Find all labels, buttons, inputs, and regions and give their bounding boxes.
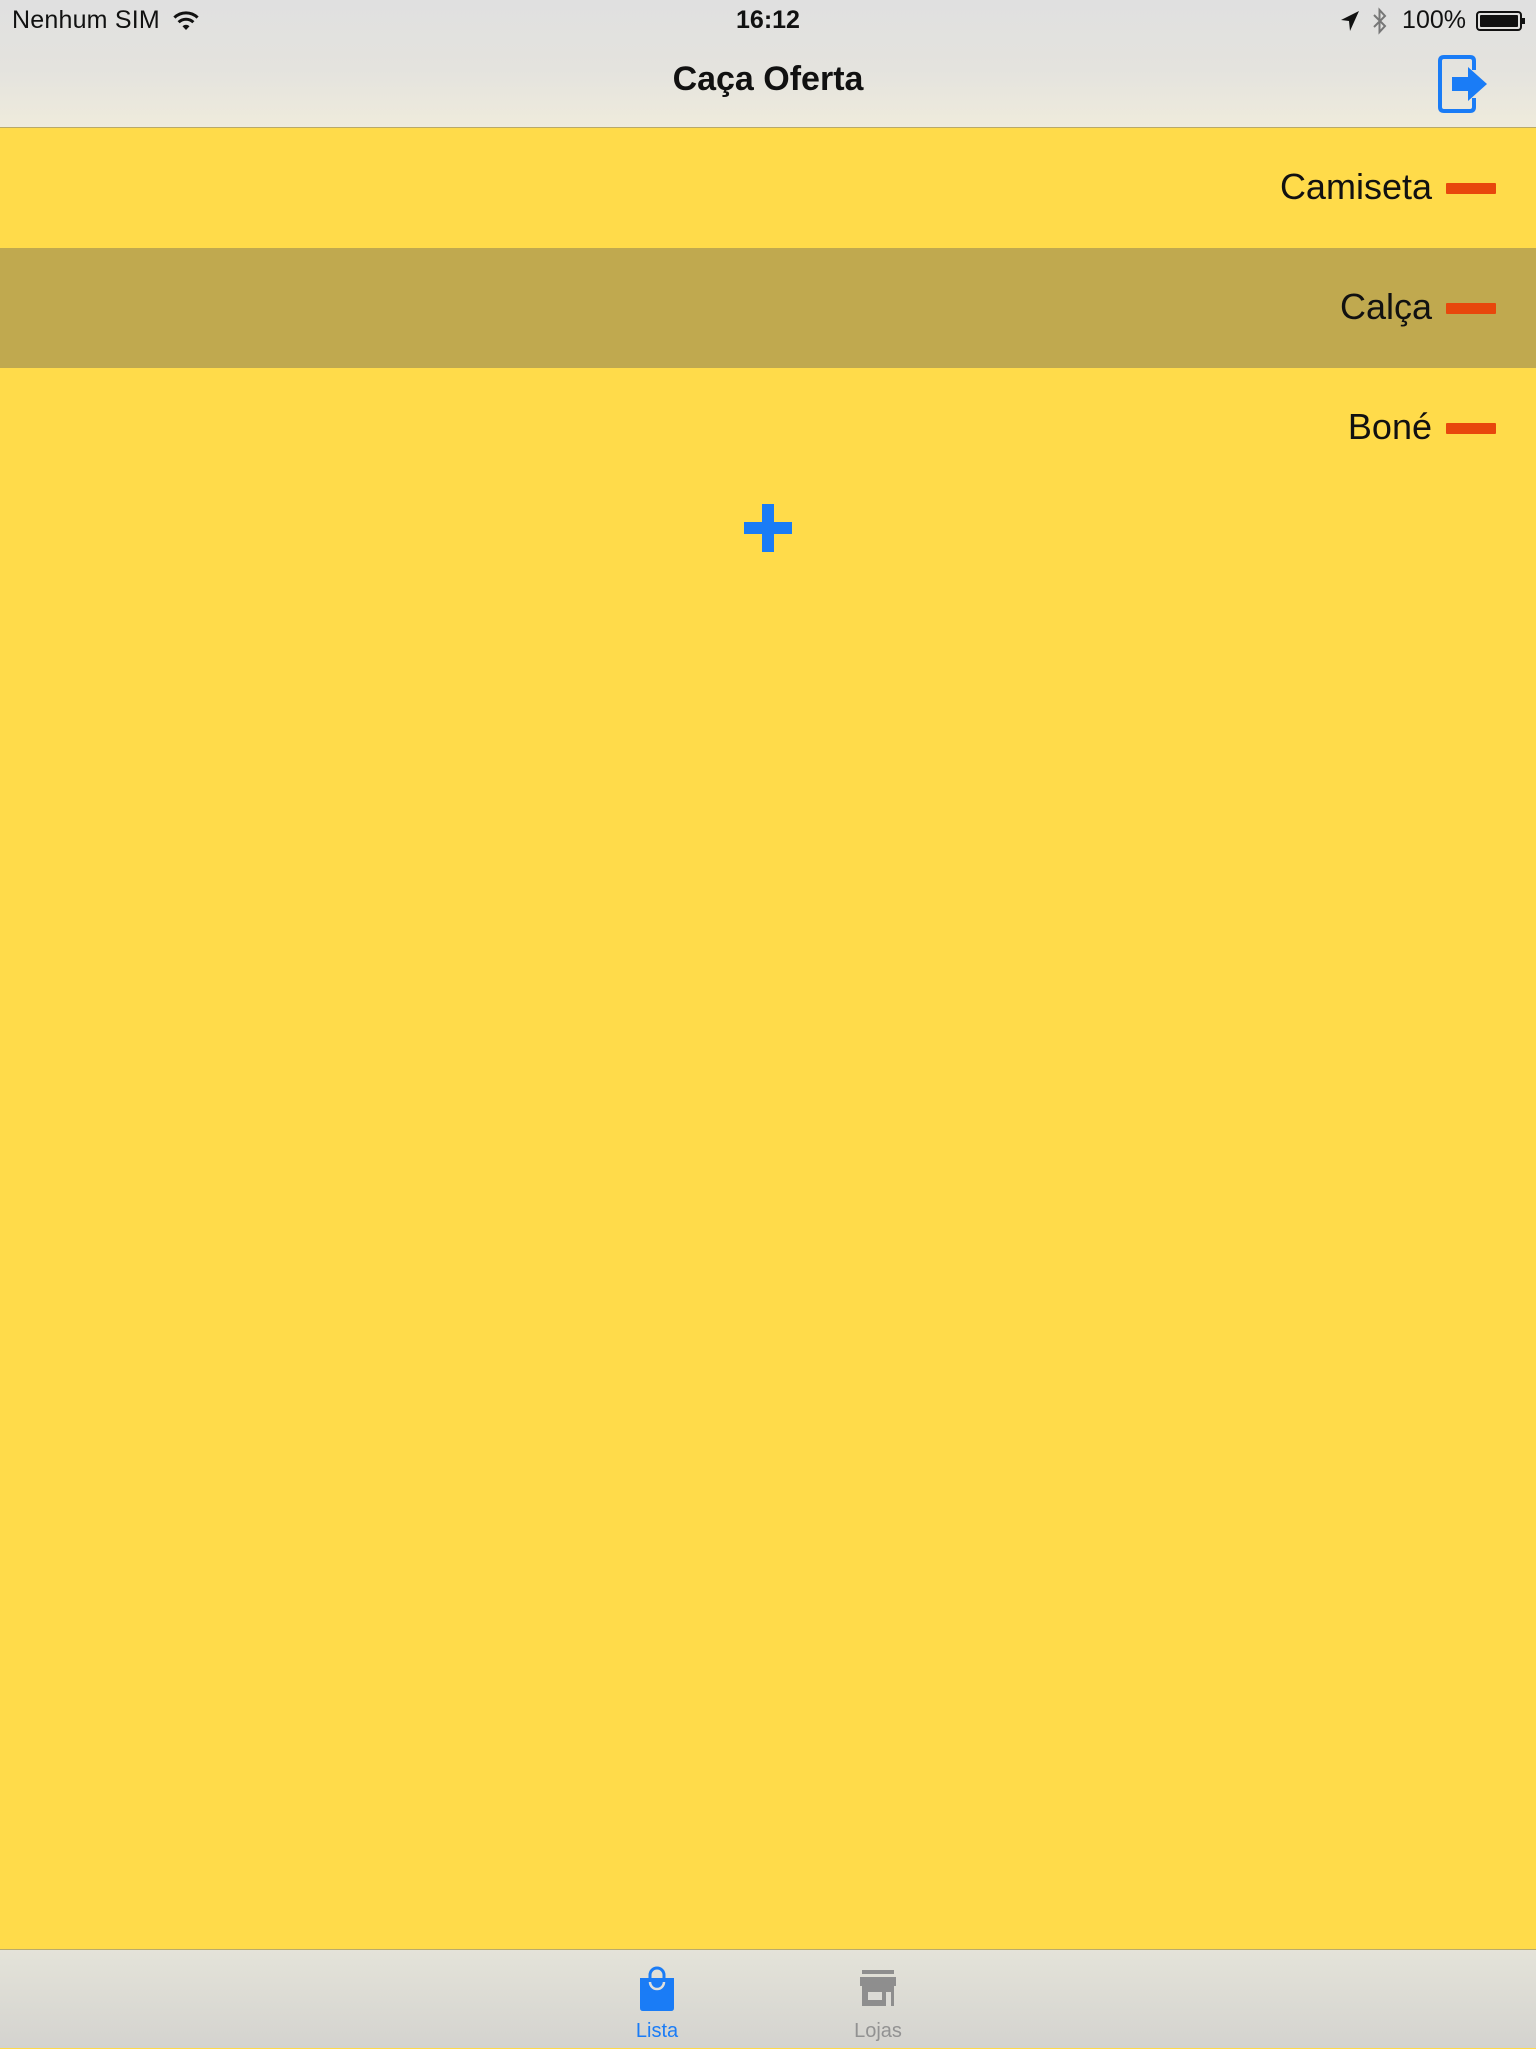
battery-icon [1476, 10, 1525, 31]
minus-icon [1446, 423, 1496, 434]
list-item-label: Camiseta [1279, 166, 1432, 207]
list-item-label: Boné [1347, 406, 1432, 447]
status-right: 100% [1340, 6, 1526, 35]
remove-item-button[interactable] [1446, 300, 1496, 316]
item-list: Camiseta Calça Boné [0, 128, 1536, 488]
header: Nenhum SIM 16:12 100% Caça Oferta [0, 0, 1536, 128]
remove-item-button[interactable] [1446, 420, 1496, 436]
bluetooth-icon [1373, 6, 1387, 35]
status-time: 16:12 [736, 6, 800, 34]
status-bar: Nenhum SIM 16:12 100% [0, 0, 1536, 42]
tab-lojas-label: Lojas [854, 2020, 902, 2042]
tab-bar: Lista Lojas [0, 1949, 1536, 2048]
minus-icon [1446, 183, 1496, 194]
add-item-button[interactable] [742, 502, 794, 554]
logout-button[interactable] [1436, 52, 1492, 116]
location-arrow-icon [1341, 10, 1360, 31]
battery-percent: 100% [1402, 6, 1466, 34]
list-item-label: Calça [1339, 286, 1432, 327]
tab-lista[interactable]: Lista [597, 1950, 717, 2049]
list-item[interactable]: Camiseta [0, 128, 1536, 248]
tab-lista-label: Lista [635, 2020, 679, 2042]
logout-arrow-icon [1438, 55, 1487, 113]
page-title: Caça Oferta [672, 60, 864, 98]
shopping-bag-icon [640, 1966, 674, 2011]
list-item[interactable]: Boné [0, 368, 1536, 488]
store-icon [860, 1970, 896, 2006]
minus-icon [1446, 303, 1496, 314]
remove-item-button[interactable] [1446, 180, 1496, 196]
tab-lojas[interactable]: Lojas [818, 1950, 938, 2049]
list-item[interactable]: Calça [0, 248, 1536, 368]
plus-icon [744, 504, 792, 552]
